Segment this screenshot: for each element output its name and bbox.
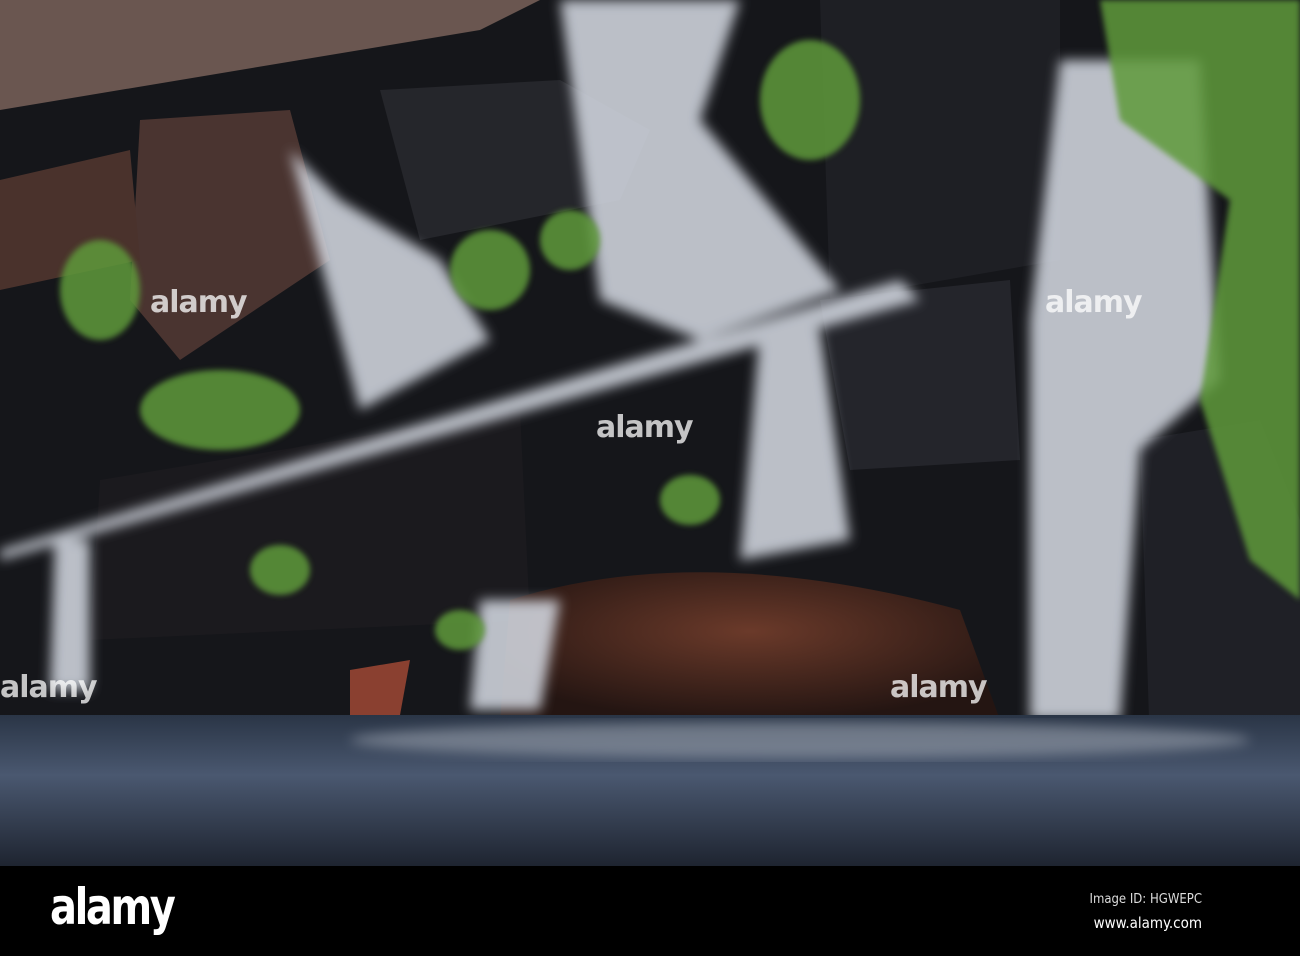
alamy-logo: alamy (50, 878, 176, 936)
site-url: www.alamy.com (1093, 914, 1202, 932)
footer-bar: alamy Image ID: HGWEPC www.alamy.com (0, 866, 1300, 956)
watermark: alamy (150, 285, 248, 320)
watermark: alamy (890, 670, 988, 705)
watermark: alamy (596, 410, 694, 445)
image-id: Image ID: HGWEPC (1089, 892, 1203, 907)
watermark: alamy (0, 670, 98, 705)
watermark: alamy (1045, 285, 1143, 320)
stock-photo: alamy alamy alamy alamy alamy alamy Imag… (0, 0, 1300, 956)
